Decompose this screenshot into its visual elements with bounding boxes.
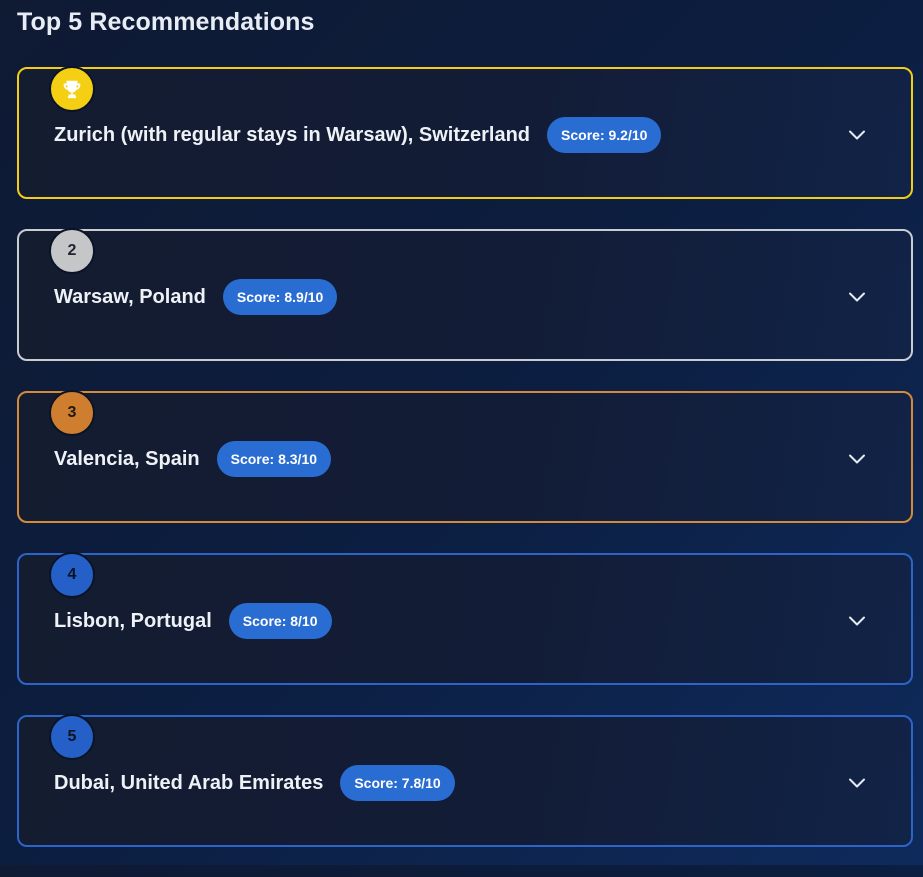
rank-badge: 2 bbox=[49, 228, 95, 274]
card-header: Lisbon, Portugal Score: 8/10 bbox=[54, 603, 332, 639]
chevron-down-icon[interactable] bbox=[847, 125, 867, 145]
city-name: Zurich (with regular stays in Warsaw), S… bbox=[54, 123, 531, 146]
recommendations-list: Zurich (with regular stays in Warsaw), S… bbox=[17, 66, 913, 877]
recommendation-card-4[interactable]: 4 Lisbon, Portugal Score: 8/10 bbox=[17, 552, 913, 685]
city-name: Lisbon, Portugal bbox=[54, 609, 212, 632]
card-header: Zurich (with regular stays in Warsaw), S… bbox=[54, 117, 662, 153]
rank-badge: 3 bbox=[49, 390, 95, 436]
page-title: Top 5 Recommendations bbox=[17, 8, 315, 36]
recommendation-card-3[interactable]: 3 Valencia, Spain Score: 8.3/10 bbox=[17, 390, 913, 523]
recommendation-card-1[interactable]: Zurich (with regular stays in Warsaw), S… bbox=[17, 66, 913, 199]
card-header: Warsaw, Poland Score: 8.9/10 bbox=[54, 279, 338, 315]
rank-badge bbox=[49, 66, 95, 112]
score-badge: Score: 7.8/10 bbox=[340, 765, 455, 801]
rank-badge: 5 bbox=[49, 714, 95, 760]
city-name: Warsaw, Poland bbox=[54, 285, 206, 308]
rank-badge: 4 bbox=[49, 552, 95, 598]
score-badge: Score: 8.9/10 bbox=[222, 279, 338, 315]
city-name: Valencia, Spain bbox=[54, 447, 200, 470]
card-header: Dubai, United Arab Emirates Score: 7.8/1… bbox=[54, 765, 455, 801]
recommendation-card-2[interactable]: 2 Warsaw, Poland Score: 8.9/10 bbox=[17, 228, 913, 361]
trophy-icon bbox=[63, 80, 81, 99]
score-badge: Score: 8.3/10 bbox=[216, 441, 332, 477]
chevron-down-icon[interactable] bbox=[847, 611, 867, 631]
recommendation-card-5[interactable]: 5 Dubai, United Arab Emirates Score: 7.8… bbox=[17, 714, 913, 847]
chevron-down-icon[interactable] bbox=[847, 449, 867, 469]
city-name: Dubai, United Arab Emirates bbox=[54, 771, 324, 794]
chevron-down-icon[interactable] bbox=[847, 287, 867, 307]
chevron-down-icon[interactable] bbox=[847, 773, 867, 793]
card-header: Valencia, Spain Score: 8.3/10 bbox=[54, 441, 332, 477]
score-badge: Score: 9.2/10 bbox=[547, 117, 662, 153]
score-badge: Score: 8/10 bbox=[228, 603, 332, 639]
